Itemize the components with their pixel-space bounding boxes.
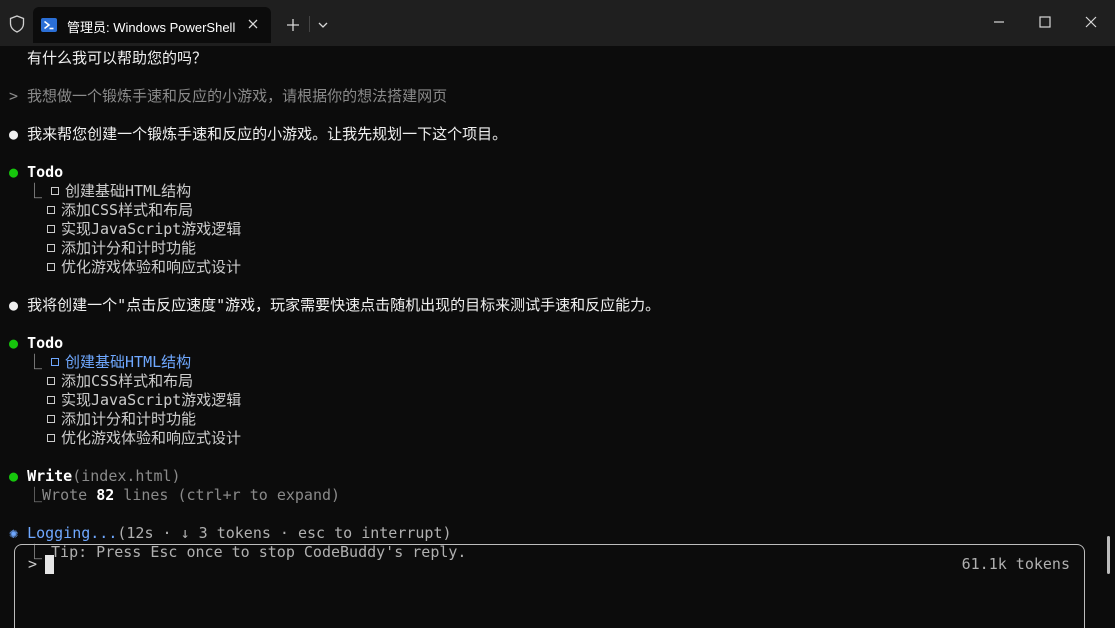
scrollbar[interactable] (1107, 536, 1110, 574)
tool-name: Write (27, 467, 73, 485)
todo-item: 实现JavaScript游戏逻辑 (47, 220, 241, 239)
todo-item: 添加计分和计时功能 (47, 239, 196, 258)
todo-item-label: 实现JavaScript游戏逻辑 (61, 220, 242, 238)
assistant-message-text: 我来帮您创建一个锻炼手速和反应的小游戏。让我先规划一下这个项目。 (27, 125, 508, 143)
plus-icon[interactable] (282, 14, 304, 36)
checkbox-icon (47, 244, 55, 252)
tool-result-suffix: lines (ctrl+r to expand) (114, 486, 341, 504)
checkbox-icon (51, 187, 60, 195)
minimize-button[interactable] (984, 8, 1014, 36)
tab-title: 管理员: Windows PowerShell (67, 20, 236, 35)
maximize-button[interactable] (1030, 8, 1060, 36)
bullet-icon: ● (9, 163, 28, 181)
todo-item-label: 添加CSS样式和布局 (61, 372, 194, 390)
todo-item: 添加CSS样式和布局 (47, 372, 193, 391)
todo-item: ⎿ 创建基础HTML结构 (27, 182, 191, 201)
todo-item: 优化游戏体验和响应式设计 (47, 429, 241, 448)
prompt-input-box[interactable]: > 61.1k tokens (14, 544, 1085, 628)
bullet-icon: ● (9, 467, 28, 485)
tab-powershell[interactable]: 管理员: Windows PowerShell (33, 7, 271, 43)
todo-header: ● Todo (9, 334, 63, 353)
todo-item-label: 优化游戏体验和响应式设计 (61, 258, 242, 276)
tree-branch-icon: ⎿ (27, 353, 52, 371)
tool-call-write: ● Write(index.html) (9, 467, 181, 486)
todo-item-label: 实现JavaScript游戏逻辑 (61, 391, 242, 409)
checkbox-icon (47, 396, 55, 404)
greeting-line: 有什么我可以帮助您的吗？ (27, 49, 208, 67)
checkbox-icon (47, 377, 55, 385)
todo-item-label: 创建基础HTML结构 (65, 182, 192, 200)
todo-title: Todo (27, 334, 64, 352)
shield-icon (8, 15, 26, 33)
todo-title: Todo (27, 163, 64, 181)
chevron-down-icon[interactable] (312, 14, 334, 36)
checkbox-icon (47, 225, 55, 233)
todo-header: ● Todo (9, 163, 63, 182)
powershell-icon (41, 17, 57, 32)
status-label: Logging... (27, 524, 118, 542)
spinner-icon: ✺ (9, 524, 28, 542)
checkbox-icon (47, 263, 55, 271)
todo-item-label: 添加CSS样式和布局 (61, 201, 194, 219)
tool-result-count: 82 (96, 486, 115, 504)
todo-item-label: 添加计分和计时功能 (61, 410, 197, 428)
bullet-icon: ● (9, 296, 28, 314)
todo-item-label: 添加计分和计时功能 (61, 239, 197, 257)
todo-item: 添加计分和计时功能 (47, 410, 196, 429)
todo-item-label: 优化游戏体验和响应式设计 (61, 429, 242, 447)
terminal-output[interactable]: 有什么我可以帮助您的吗？ > 我想做一个锻炼手速和反应的小游戏，请根据你的想法搭… (0, 46, 1115, 628)
checkbox-icon (47, 206, 55, 214)
tool-result: ⎿Wrote 82 lines (ctrl+r to expand) (27, 486, 340, 505)
tool-result-prefix: Wrote (42, 486, 97, 504)
bullet-icon: ● (9, 334, 28, 352)
assistant-message: ● 我将创建一个"点击反应速度"游戏，玩家需要快速点击随机出现的目标来测试手速和… (9, 296, 660, 315)
user-prompt-line: > 我想做一个锻炼手速和反应的小游戏，请根据你的想法搭建网页 (9, 87, 448, 105)
token-counter: 61.1k tokens (961, 555, 1070, 573)
close-icon[interactable] (243, 14, 263, 34)
todo-item: 添加CSS样式和布局 (47, 201, 193, 220)
todo-item-active: ⎿ 创建基础HTML结构 (27, 353, 191, 372)
status-detail: (12s · ↓ 3 tokens · esc to interrupt) (117, 524, 452, 542)
todo-item: 优化游戏体验和响应式设计 (47, 258, 241, 277)
prompt-symbol: > (28, 555, 38, 573)
title-bar: 管理员: Windows PowerShell (0, 0, 1115, 46)
status-line: ✺ Logging...(12s · ↓ 3 tokens · esc to i… (9, 524, 452, 543)
tab-separator (309, 16, 310, 32)
tree-branch-icon: ⎿ (27, 486, 43, 504)
checkbox-icon (47, 415, 55, 423)
tree-branch-icon: ⎿ (27, 182, 52, 200)
window-close-button[interactable] (1076, 8, 1106, 36)
bullet-icon: ● (9, 125, 28, 143)
text-cursor (45, 555, 54, 574)
checkbox-icon (47, 434, 55, 442)
todo-item-label: 创建基础HTML结构 (65, 353, 192, 371)
assistant-message: ● 我来帮您创建一个锻炼手速和反应的小游戏。让我先规划一下这个项目。 (9, 125, 507, 144)
assistant-message-text: 我将创建一个"点击反应速度"游戏，玩家需要快速点击随机出现的目标来测试手速和反应… (27, 296, 661, 314)
todo-item: 实现JavaScript游戏逻辑 (47, 391, 241, 410)
checkbox-icon (51, 358, 60, 366)
tool-arg: (index.html) (72, 467, 181, 485)
